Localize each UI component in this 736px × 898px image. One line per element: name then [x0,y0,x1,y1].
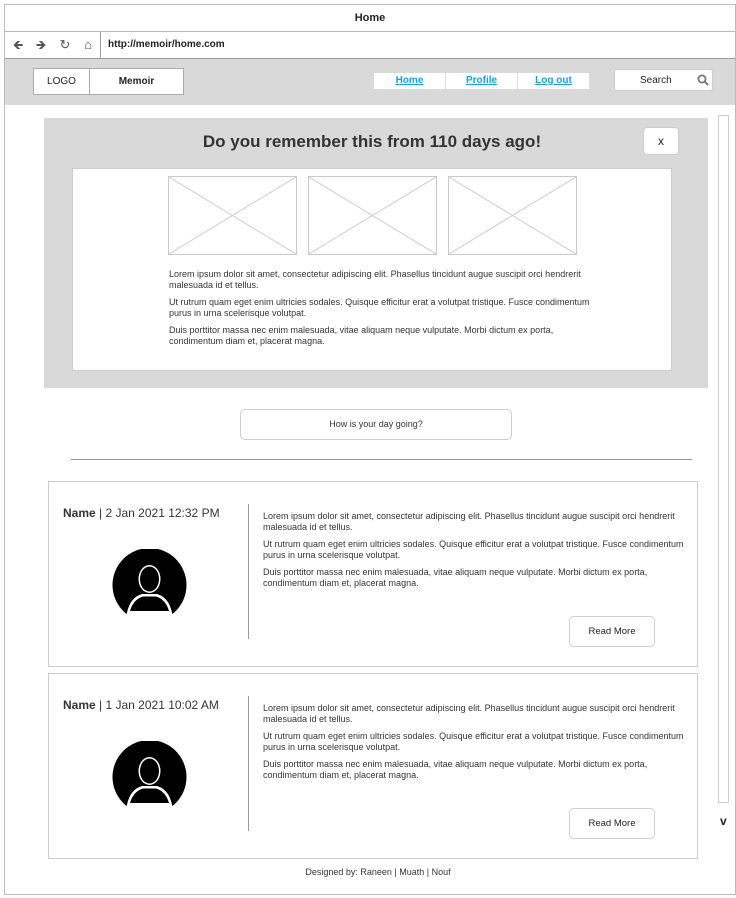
arrow-right-icon[interactable]: 🡺 [34,38,48,52]
search-placeholder: Search [640,75,672,86]
post-paragraph: Duis porttitor massa nec enim malesuada,… [263,567,648,588]
image-placeholder [448,176,577,255]
memory-paragraph: Duis porttitor massa nec enim malesuada,… [169,325,554,346]
read-more-button[interactable]: Read More [569,808,655,839]
post-card: Name | 1 Jan 2021 10:02 AM Lorem ipsum d… [48,673,698,859]
post-card: Name | 2 Jan 2021 12:32 PM Lorem ipsum d… [48,481,698,667]
post-date: 2 Jan 2021 12:32 PM [105,506,220,520]
scroll-down-arrow[interactable]: v [720,814,727,828]
memory-paragraph: Lorem ipsum dolor sit amet, consectetur … [169,269,581,290]
url-field[interactable]: http://memoir/home.com [108,32,225,58]
main-nav: Home Profile Log out [374,73,589,89]
home-icon[interactable]: ⌂ [81,38,95,52]
memory-panel: Do you remember this from 110 days ago! … [44,118,708,388]
memory-title: Do you remember this from 110 days ago! [202,132,542,151]
image-placeholder [168,176,297,255]
memory-paragraph: Ut rutrum quam eget enim ultricies sodal… [169,297,590,318]
post-meta: Name | 1 Jan 2021 10:02 AM [63,698,219,712]
post-meta-sep: | [95,506,106,520]
search-icon[interactable] [697,74,709,86]
post-date: 1 Jan 2021 10:02 AM [105,698,219,712]
user-avatar-icon [112,549,187,619]
window-title: Home [5,5,735,32]
post-paragraph: Ut rutrum quam eget enim ultricies sodal… [263,539,684,560]
nav-profile-link[interactable]: Profile [446,73,518,89]
browser-window: Home 🡸 🡺 ↻ ⌂ http://memoir/home.com LOGO… [4,4,736,895]
address-bar: 🡸 🡺 ↻ ⌂ http://memoir/home.com [5,32,735,59]
post-text: Lorem ipsum dolor sit amet, consectetur … [263,703,688,787]
reload-icon[interactable]: ↻ [58,38,72,52]
status-prompt-input[interactable]: How is your day going? [240,409,512,440]
user-avatar-icon [112,741,187,811]
address-divider [100,32,101,58]
memory-text: Lorem ipsum dolor sit amet, consectetur … [169,269,599,353]
image-placeholder [308,176,437,255]
post-author[interactable]: Name [63,506,96,520]
post-author[interactable]: Name [63,698,96,712]
post-divider [248,504,249,639]
feed-divider [71,459,692,460]
post-meta-sep: | [95,698,106,712]
post-paragraph: Ut rutrum quam eget enim ultricies sodal… [263,731,684,752]
post-text: Lorem ipsum dolor sit amet, consectetur … [263,511,688,595]
site-header: LOGO Memoir Home Profile Log out Search [5,59,735,105]
arrow-left-icon[interactable]: 🡸 [11,38,25,52]
brand-name[interactable]: Memoir [89,68,184,95]
post-divider [248,696,249,831]
page-scrollbar[interactable] [718,115,729,803]
search-input[interactable]: Search [614,69,713,91]
post-paragraph: Duis porttitor massa nec enim malesuada,… [263,759,648,780]
post-paragraph: Lorem ipsum dolor sit amet, consectetur … [263,703,675,724]
nav-home-link[interactable]: Home [374,73,446,89]
read-more-button[interactable]: Read More [569,616,655,647]
logo[interactable]: LOGO [33,68,90,95]
footer-credits: Designed by: Raneen | Muath | Nouf [305,867,451,877]
memory-card: Lorem ipsum dolor sit amet, consectetur … [72,168,672,371]
nav-logout-link[interactable]: Log out [518,73,589,89]
post-paragraph: Lorem ipsum dolor sit amet, consectetur … [263,511,675,532]
close-button[interactable]: x [643,127,679,155]
post-meta: Name | 2 Jan 2021 12:32 PM [63,506,220,520]
